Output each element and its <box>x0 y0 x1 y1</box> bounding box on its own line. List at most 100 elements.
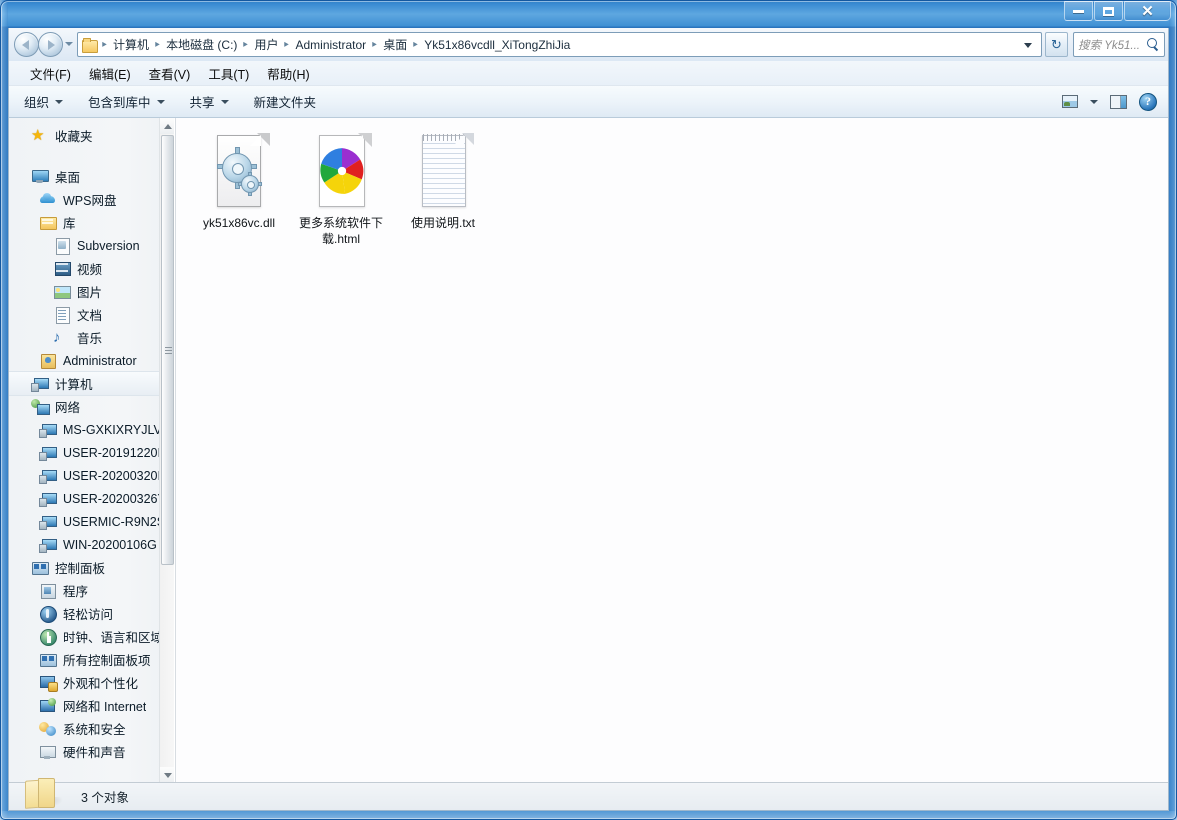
refresh-button[interactable]: ↻ <box>1045 32 1068 57</box>
menu-item-2[interactable]: 查看(V) <box>140 61 200 86</box>
sidebar-item-26[interactable]: 硬件和声音 <box>9 740 174 763</box>
sidebar-item-16[interactable]: USERMIC-R9N2S <box>9 510 174 533</box>
pictures-icon <box>53 283 71 300</box>
sidebar-item-13[interactable]: USER-20191220I <box>9 441 174 464</box>
menu-item-3[interactable]: 工具(T) <box>199 61 258 86</box>
breadcrumb-item-4[interactable]: 桌面 <box>379 34 411 55</box>
search-input[interactable]: 搜索 Yk51... <box>1078 37 1147 53</box>
frame-left-edge[interactable] <box>0 0 8 820</box>
menu-item-0[interactable]: 文件(F) <box>21 61 80 86</box>
sidebar-item-label: WPS网盘 <box>63 194 117 208</box>
sidebar-item-3[interactable]: 库 <box>9 211 174 234</box>
sidebar-item-label: USER-20200326Y <box>63 491 166 506</box>
network-computer-icon <box>39 490 57 507</box>
breadcrumb-item-2[interactable]: 用户 <box>250 34 282 55</box>
sidebar-item-label: Administrator <box>63 353 137 368</box>
back-button[interactable] <box>14 32 39 57</box>
sidebar-item-7[interactable]: 文档 <box>9 303 174 326</box>
sidebar-item-label: 所有控制面板项 <box>63 654 151 668</box>
libraries-icon <box>39 214 57 231</box>
toolbar-button-1[interactable]: 包含到库中 <box>78 90 175 113</box>
sidebar-item-21[interactable]: 时钟、语言和区域 <box>9 625 174 648</box>
change-view-button[interactable] <box>1056 90 1084 113</box>
sidebar-item-label: 计算机 <box>55 378 93 392</box>
sidebar-item-label: 收藏夹 <box>55 130 93 144</box>
toolbar-button-0[interactable]: 组织 <box>14 90 73 113</box>
file-name-label: yk51x86vc.dll <box>202 216 276 230</box>
sidebar-item-1[interactable]: 桌面 <box>9 165 174 188</box>
sidebar-item-19[interactable]: 程序 <box>9 579 174 602</box>
breadcrumb-separator-icon: ▸ <box>102 39 107 50</box>
sidebar-item-14[interactable]: USER-20200320I <box>9 464 174 487</box>
file-item[interactable]: 使用说明.txt <box>392 128 494 254</box>
breadcrumb-item-5[interactable]: Yk51x86vcdll_XiTongZhiJia <box>420 36 574 54</box>
scroll-up-button[interactable] <box>160 118 174 134</box>
sidebar-item-8[interactable]: ♪ 音乐 <box>9 326 174 349</box>
file-item[interactable]: yk51x86vc.dll <box>188 128 290 254</box>
title-bar[interactable]: ✕ <box>0 0 1177 28</box>
sidebar-item-18[interactable]: 控制面板 <box>9 556 174 579</box>
sidebar-item-2[interactable]: WPS网盘 <box>9 188 174 211</box>
sidebar-item-25[interactable]: 系统和安全 <box>9 717 174 740</box>
sidebar-item-15[interactable]: USER-20200326Y <box>9 487 174 510</box>
sidebar-item-10[interactable]: 计算机 <box>9 371 174 396</box>
sidebar-item-label: USER-20191220I <box>63 445 161 460</box>
scrollbar-thumb[interactable] <box>161 135 174 565</box>
menu-item-4[interactable]: 帮助(H) <box>258 61 318 86</box>
address-bar[interactable]: ▸ 计算机 ▸ 本地磁盘 (C:) ▸ 用户 ▸ Administrator ▸ 桌面 ▸ Yk51x… <box>77 32 1042 57</box>
sidebar-item-23[interactable]: 外观和个性化 <box>9 671 174 694</box>
address-dropdown-chevron-down-icon[interactable] <box>1024 43 1032 48</box>
sidebar-item-22[interactable]: 所有控制面板项 <box>9 648 174 671</box>
folder-icon <box>81 37 98 53</box>
sidebar-item-5[interactable]: 视频 <box>9 257 174 280</box>
menu-item-1[interactable]: 编辑(E) <box>80 61 140 86</box>
sidebar-item-0[interactable]: ★ 收藏夹 <box>9 124 174 147</box>
sidebar-item-label: WIN-20200106G <box>63 537 157 552</box>
file-list-pane[interactable]: yk51x86vc.dll 更多系统软件下载.html 使用说明.txt <box>175 118 1168 783</box>
help-button[interactable]: ? <box>1134 90 1162 113</box>
minimize-button[interactable] <box>1064 1 1093 21</box>
item-count-label: 3 个对象 <box>81 791 129 805</box>
sidebar-item-9[interactable]: Administrator <box>9 349 174 372</box>
toolbar-button-2[interactable]: 共享 <box>180 90 239 113</box>
help-icon: ? <box>1139 92 1157 111</box>
scroll-down-button[interactable] <box>160 767 174 783</box>
sidebar-item-label: 程序 <box>63 585 89 599</box>
close-button[interactable]: ✕ <box>1124 1 1171 21</box>
sidebar-item-label: 网络和 Internet <box>63 700 147 714</box>
breadcrumb-separator-icon: ▸ <box>243 39 249 50</box>
toolbar-button-3[interactable]: 新建文件夹 <box>244 90 327 113</box>
music-icon: ♪ <box>53 329 61 346</box>
forward-button[interactable] <box>38 32 63 57</box>
sidebar-item-17[interactable]: WIN-20200106G <box>9 533 174 556</box>
recent-pages-chevron-down-icon[interactable] <box>65 42 73 46</box>
sidebar-item-label: 文档 <box>77 309 103 323</box>
toolbar-button-label: 新建文件夹 <box>253 96 317 110</box>
sidebar-item-label: 外观和个性化 <box>63 677 139 691</box>
maximize-icon <box>1103 6 1114 16</box>
minimize-icon <box>1073 9 1084 13</box>
frame-right-edge[interactable] <box>1169 0 1177 820</box>
thumb-grip-icon <box>165 347 172 348</box>
search-box[interactable]: 搜索 Yk51... <box>1073 32 1165 57</box>
frame-bottom-edge[interactable] <box>0 811 1177 820</box>
txt-file-icon <box>412 133 474 209</box>
search-icon <box>1147 38 1160 51</box>
view-dropdown-button[interactable] <box>1086 90 1102 113</box>
sidebar-item-24[interactable]: 网络和 Internet <box>9 694 174 717</box>
sidebar-item-6[interactable]: 图片 <box>9 280 174 303</box>
maximize-button[interactable] <box>1094 1 1123 21</box>
sidebar-item-12[interactable]: MS-GXKIXRYJLV <box>9 418 174 441</box>
breadcrumb-item-1[interactable]: 本地磁盘 (C:) <box>162 34 241 55</box>
sidebar-item-20[interactable]: 轻松访问 <box>9 602 174 625</box>
breadcrumb-item-0[interactable]: 计算机 <box>109 34 153 55</box>
file-name-label: 使用说明.txt <box>410 216 475 230</box>
file-item[interactable]: 更多系统软件下载.html <box>290 128 392 254</box>
breadcrumb-item-3[interactable]: Administrator <box>291 36 370 54</box>
sidebar-item-4[interactable]: Subversion <box>9 234 174 257</box>
sidebar-item-11[interactable]: 网络 <box>9 395 174 418</box>
navigation-scrollbar[interactable] <box>159 118 174 783</box>
preview-pane-button[interactable] <box>1104 90 1132 113</box>
command-toolbar: 组织 包含到库中 共享 新建文件夹 ? <box>9 86 1168 118</box>
breadcrumb-separator-icon: ▸ <box>413 39 418 50</box>
